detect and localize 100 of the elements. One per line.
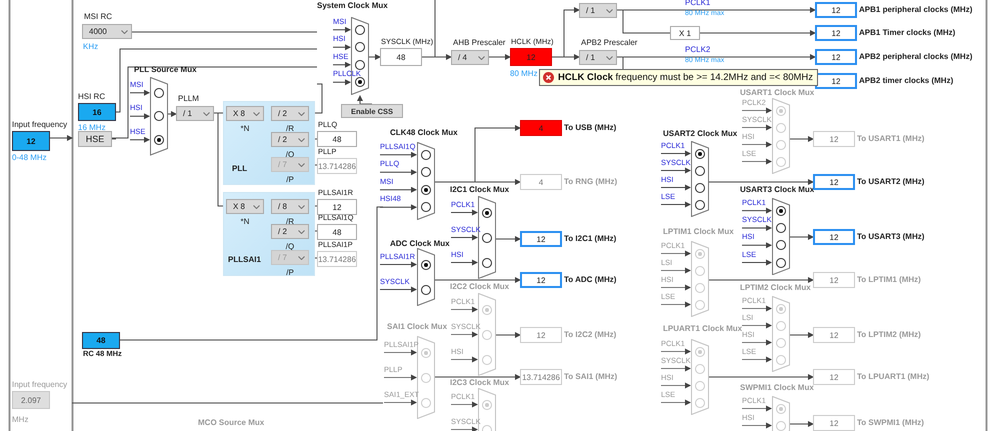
connector-line [50, 135, 73, 141]
input-arrow [380, 286, 417, 292]
value-field[interactable]: 48 [380, 48, 422, 66]
input-arrow [384, 350, 417, 356]
input-arrow [660, 348, 691, 354]
input-arrow [742, 158, 772, 164]
input-arrow [742, 142, 772, 148]
connector-line [496, 332, 521, 338]
input-arrow [384, 400, 417, 406]
value-field[interactable]: X 1 [670, 26, 700, 40]
output-label: To I2C1 (MHz) [564, 235, 616, 244]
input-arrow [450, 356, 478, 362]
chevron-down-icon [203, 112, 210, 116]
output-label: To RNG (MHz) [564, 178, 618, 187]
output-field[interactable]: 12 [815, 73, 857, 89]
mux-title: LPTIM2 Clock Mux [740, 284, 811, 293]
value-field[interactable]: 48 [317, 131, 357, 147]
input-arrow [742, 356, 772, 362]
frequency-field[interactable]: 2.097 [12, 391, 50, 409]
output-field[interactable]: 12 [815, 2, 857, 18]
mux-title: I2C3 Clock Mux [450, 379, 510, 388]
dropdown[interactable]: / 4 [451, 50, 489, 65]
dropdown[interactable]: X 8 [226, 199, 264, 214]
mux-title: I2C1 Clock Mux [450, 186, 510, 195]
dropdown[interactable]: / 2 [271, 132, 309, 147]
select-caption: /P [285, 176, 295, 185]
panel-label: PLLSAI1 [228, 256, 261, 265]
input-arrow [742, 406, 772, 412]
output-field[interactable]: 12 [520, 231, 562, 247]
output-label: APB1 peripheral clocks (MHz) [859, 6, 972, 15]
input-arrow [660, 400, 691, 406]
input-arrow [742, 124, 772, 130]
input-arrow [450, 402, 478, 408]
frequency-field[interactable]: 16 [78, 103, 116, 121]
connector-line [357, 95, 372, 104]
mux-title: LPUART1 Clock Mux [663, 325, 742, 334]
mux-title: System Clock Mux [317, 2, 388, 11]
bus-label: PCLK2 [685, 46, 710, 55]
input-arrow [742, 108, 772, 114]
input-arrow [130, 136, 150, 143]
chevron-down-icon [253, 112, 260, 116]
output-field[interactable]: 4 [520, 120, 562, 136]
connector-line [790, 332, 814, 338]
mux-title: PLL Source Mux [134, 66, 197, 75]
output-field[interactable]: 12 [520, 272, 562, 288]
input-arrow [380, 204, 417, 210]
input-arrow [660, 284, 691, 290]
output-label: To I2C2 (MHz) [564, 331, 616, 340]
output-label: APB2 peripheral clocks (MHz) [859, 53, 972, 62]
output-field[interactable]: 12 [815, 49, 857, 65]
mux-title: MCO Source Mux [198, 419, 264, 428]
output-field[interactable]: 12 [815, 25, 857, 41]
dropdown[interactable]: / 1 [579, 3, 617, 18]
select-caption: /Q [284, 243, 296, 252]
dropdown[interactable]: / 8 [271, 199, 309, 214]
output-label: To LPTIM2 (MHz) [857, 331, 921, 340]
input-arrow [660, 184, 691, 190]
chevron-down-icon [298, 204, 305, 208]
input-arrow [660, 202, 691, 208]
dropdown[interactable]: / 2 [271, 106, 309, 121]
output-field[interactable]: 12 [813, 229, 855, 245]
chevron-down-icon [606, 8, 613, 12]
input-arrow [660, 302, 691, 308]
output-label: To USART1 (MHz) [857, 135, 924, 144]
chevron-down-icon [253, 204, 260, 208]
chevron-down-icon [298, 162, 305, 166]
input-arrow [380, 262, 417, 268]
select-caption: *N [240, 218, 250, 227]
chevron-down-icon [298, 112, 305, 116]
mux-title: SWPMI1 Clock Mux [740, 384, 814, 393]
frequency-field[interactable]: HSE [78, 131, 112, 147]
dropdown[interactable]: X 8 [226, 106, 264, 121]
connector-line [790, 136, 814, 142]
input-arrow [742, 260, 772, 266]
output-label: To USB (MHz) [564, 124, 616, 133]
value-field[interactable]: 12 [317, 199, 357, 215]
input-arrow [450, 260, 478, 266]
input-arrow [332, 62, 351, 68]
input-arrow [742, 208, 772, 214]
dropdown[interactable]: / 1 [579, 50, 617, 65]
value-field[interactable]: 12 [510, 48, 552, 66]
output-label: APB2 timer clocks (MHz) [859, 77, 954, 86]
dropdown[interactable]: / 1 [176, 106, 214, 121]
error-icon [543, 72, 554, 83]
input-arrow [130, 90, 150, 96]
input-arrow [660, 268, 691, 274]
select-caption: /R [285, 218, 295, 227]
frequency-field[interactable]: 12 [12, 131, 50, 151]
mux-title: SAI1 Clock Mux [387, 323, 448, 332]
input-arrow [380, 152, 417, 158]
dropdown[interactable]: 4000 [82, 24, 132, 39]
mux-title: LPTIM1 Clock Mux [663, 228, 734, 237]
frequency-note: MHz [12, 416, 28, 425]
connector-line [790, 234, 814, 240]
output-field[interactable]: 12 [813, 174, 855, 190]
output-label: To LPUART1 (MHz) [857, 373, 930, 382]
input-arrow [332, 26, 351, 33]
dropdown[interactable]: / 2 [271, 224, 309, 239]
value-field[interactable]: 48 [317, 224, 357, 240]
frequency-field[interactable]: 48 [82, 332, 120, 349]
